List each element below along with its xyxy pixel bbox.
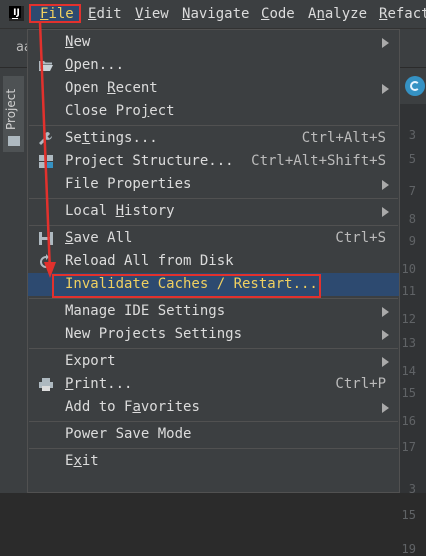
project-tool-label: Project xyxy=(4,88,18,130)
shortcut-label: Ctrl+Alt+S xyxy=(301,130,386,146)
menu-navigate[interactable]: Navigate xyxy=(182,0,249,28)
menu-separator xyxy=(29,198,398,199)
menu-item-add-to-favorites[interactable]: Add to Favorites xyxy=(28,396,399,419)
submenu-arrow-icon xyxy=(382,307,389,317)
menu-item-exit[interactable]: Exit xyxy=(28,450,399,473)
save-icon xyxy=(39,232,53,245)
menu-item-new[interactable]: New xyxy=(28,31,399,54)
menu-view[interactable]: View xyxy=(135,0,169,28)
editor-gutter: 3 5 7 8 9 10 11 12 13 14 15 16 17 3 15 19 xyxy=(400,104,426,556)
menu-code[interactable]: Code xyxy=(261,0,295,28)
menu-item-label: Project Structure... xyxy=(65,153,234,169)
menu-edit[interactable]: Edit xyxy=(88,0,122,28)
submenu-arrow-icon xyxy=(382,357,389,367)
menu-separator xyxy=(29,125,398,126)
menu-item-label: New xyxy=(65,34,91,50)
menu-item-label: Print... xyxy=(65,376,133,392)
menu-item-label: Power Save Mode xyxy=(65,426,192,442)
menu-bar: IJ File Edit View Navigate Code Analyze … xyxy=(0,0,426,29)
class-file-icon[interactable] xyxy=(405,76,425,96)
file-menu-dropdown: New Open... Open Recent Close Project Settin… xyxy=(27,29,400,493)
menu-item-new-projects-settings[interactable]: New Projects Settings xyxy=(28,323,399,346)
menu-item-label: Open... xyxy=(65,57,125,73)
menu-item-label: Add to Favorites xyxy=(65,399,200,415)
menu-separator xyxy=(29,421,398,422)
menu-item-label: Save All xyxy=(65,230,133,246)
submenu-arrow-icon xyxy=(382,403,389,413)
menu-item-save-all[interactable]: Save All Ctrl+S xyxy=(28,227,399,250)
menu-item-label: Settings... xyxy=(65,130,158,146)
submenu-arrow-icon xyxy=(382,207,389,217)
menu-item-label: File Properties xyxy=(65,176,192,192)
invalidate-caches-highlight xyxy=(52,274,321,298)
menu-item-file-properties[interactable]: File Properties xyxy=(28,173,399,196)
menu-item-label: Open Recent xyxy=(65,80,158,96)
menu-item-label: Export xyxy=(65,353,116,369)
wrench-icon xyxy=(39,132,52,145)
menu-item-manage-ide-settings[interactable]: Manage IDE Settings xyxy=(28,300,399,323)
shortcut-label: Ctrl+Alt+Shift+S xyxy=(251,153,386,169)
menu-item-label: Reload All from Disk xyxy=(65,253,234,269)
menu-item-label: New Projects Settings xyxy=(65,326,243,342)
submenu-arrow-icon xyxy=(382,84,389,94)
menu-item-power-save-mode[interactable]: Power Save Mode xyxy=(28,423,399,446)
printer-icon xyxy=(39,378,53,391)
menu-refactor[interactable]: Refact xyxy=(379,0,426,28)
submenu-arrow-icon xyxy=(382,330,389,340)
menu-item-label: Close Project xyxy=(65,103,175,119)
line-number: 15 xyxy=(401,508,416,522)
shortcut-label: Ctrl+S xyxy=(335,230,386,246)
menu-item-open-recent[interactable]: Open Recent xyxy=(28,77,399,100)
menu-item-settings[interactable]: Settings... Ctrl+Alt+S xyxy=(28,127,399,150)
open-folder-icon xyxy=(39,61,53,71)
menu-item-reload-all-from-disk[interactable]: Reload All from Disk xyxy=(28,250,399,273)
line-number: 19 xyxy=(401,542,416,556)
menu-item-project-structure[interactable]: Project Structure... Ctrl+Alt+Shift+S xyxy=(28,150,399,173)
menu-file[interactable]: File xyxy=(40,0,74,28)
submenu-arrow-icon xyxy=(382,180,389,190)
project-structure-icon xyxy=(39,155,53,168)
intellij-logo-icon: IJ xyxy=(9,6,24,21)
menu-item-export[interactable]: Export xyxy=(28,350,399,373)
menu-item-local-history[interactable]: Local History xyxy=(28,200,399,223)
menu-item-label: Local History xyxy=(65,203,175,219)
submenu-arrow-icon xyxy=(382,38,389,48)
menu-item-print[interactable]: Print... Ctrl+P xyxy=(28,373,399,396)
menu-item-open[interactable]: Open... xyxy=(28,54,399,77)
folder-icon xyxy=(8,136,20,146)
menu-analyze[interactable]: Analyze xyxy=(308,0,367,28)
menu-separator xyxy=(29,348,398,349)
menu-separator xyxy=(29,448,398,449)
menu-item-close-project[interactable]: Close Project xyxy=(28,100,399,123)
menu-item-label: Exit xyxy=(65,453,99,469)
menu-separator xyxy=(29,225,398,226)
menu-item-label: Manage IDE Settings xyxy=(65,303,226,319)
reload-icon xyxy=(40,254,52,268)
menu-separator xyxy=(29,298,398,299)
shortcut-label: Ctrl+P xyxy=(335,376,386,392)
